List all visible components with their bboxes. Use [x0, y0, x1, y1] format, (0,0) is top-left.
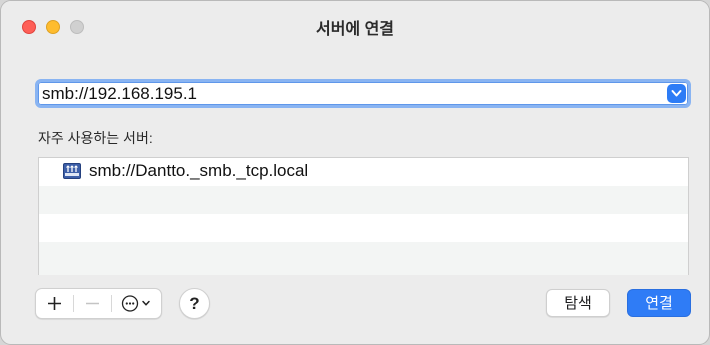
add-server-button[interactable] [36, 289, 73, 318]
remove-server-button[interactable] [74, 289, 111, 318]
connect-button[interactable]: 연결 [627, 289, 691, 317]
minus-icon [86, 302, 99, 305]
empty-list-row [39, 214, 688, 242]
window-title: 서버에 연결 [315, 21, 395, 38]
server-address-input[interactable] [42, 83, 652, 104]
more-options-menu-button[interactable] [112, 289, 162, 318]
browse-button[interactable]: 탐색 [546, 289, 610, 317]
connect-to-server-window: 서버에 연결 자주 사용하는 서버: smb://Dantto._smb._tc… [0, 0, 710, 345]
favorite-servers-label: 자주 사용하는 서버: [38, 130, 153, 146]
chevron-down-icon [671, 90, 682, 97]
list-edit-segmented-control [35, 288, 162, 319]
favorite-servers-list[interactable]: smb://Dantto._smb._tcp.local [38, 157, 689, 275]
plus-icon [48, 297, 61, 310]
list-item[interactable]: smb://Dantto._smb._tcp.local [39, 158, 688, 186]
server-address-text: smb://Dantto._smb._tcp.local [89, 161, 309, 180]
ellipsis-circle-icon [121, 295, 150, 312]
empty-list-row [39, 242, 688, 275]
server-address-combobox[interactable] [35, 79, 691, 108]
help-button[interactable]: ? [179, 288, 210, 319]
empty-list-row [39, 186, 688, 214]
network-server-icon [63, 163, 81, 179]
title-bar: 서버에 연결 [1, 1, 709, 53]
address-history-dropdown-button[interactable] [667, 84, 686, 103]
